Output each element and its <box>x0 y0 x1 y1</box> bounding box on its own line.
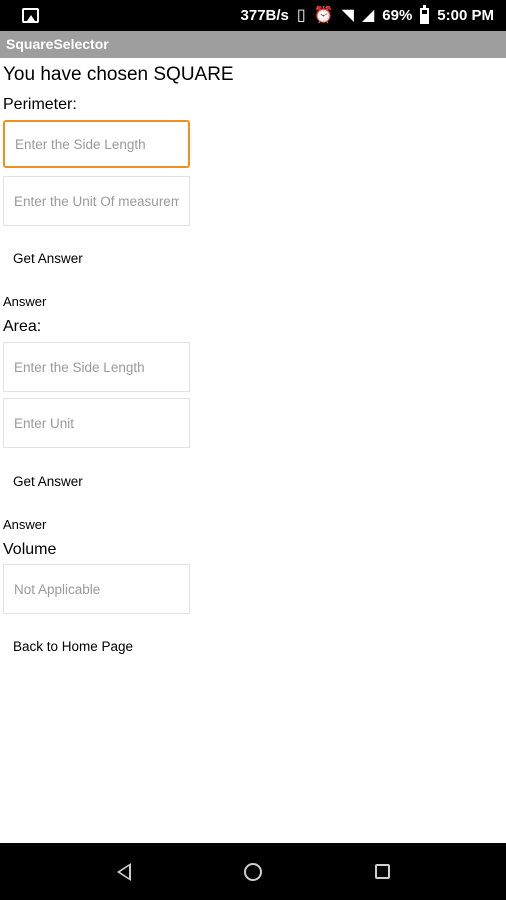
perimeter-side-length-input[interactable] <box>3 120 190 168</box>
clock: 5:00 PM <box>437 7 494 24</box>
battery-percent: 69% <box>382 7 413 24</box>
recents-nav-icon[interactable] <box>374 864 390 879</box>
home-nav-icon[interactable] <box>243 862 262 881</box>
network-speed: 377B/s <box>240 7 289 24</box>
area-answer-text: Answer <box>3 517 47 532</box>
area-unit-input[interactable] <box>3 398 190 448</box>
gallery-notification-icon <box>22 8 39 23</box>
app-title: SquareSelector <box>6 36 109 52</box>
area-get-answer-button[interactable]: Get Answer <box>3 464 93 498</box>
wifi-icon: ◥ <box>341 6 354 24</box>
perimeter-unit-input[interactable] <box>3 176 190 226</box>
perimeter-answer-text: Answer <box>3 294 47 309</box>
vibrate-icon: ▯ <box>296 6 306 24</box>
signal-icon: ◢ <box>361 6 375 24</box>
perimeter-label: Perimeter: <box>3 96 77 113</box>
back-nav-icon[interactable] <box>116 862 131 881</box>
area-label: Area: <box>3 318 42 335</box>
volume-label: Volume <box>3 541 57 558</box>
page-heading: You have chosen SQUARE <box>3 64 234 85</box>
app-title-bar: SquareSelector <box>0 31 506 58</box>
battery-icon <box>420 4 430 24</box>
status-bar: 377B/s ▯ ⏰ ◥ ◢ 69% 5:00 PM <box>0 0 506 31</box>
area-side-length-input[interactable] <box>3 342 190 392</box>
status-bar-right: 377B/s ▯ ⏰ ◥ ◢ 69% 5:00 PM <box>240 4 494 24</box>
navigation-bar <box>0 843 506 900</box>
volume-input[interactable] <box>3 564 190 614</box>
back-to-home-button[interactable]: Back to Home Page <box>3 629 143 663</box>
perimeter-get-answer-button[interactable]: Get Answer <box>3 241 93 275</box>
alarm-icon: ⏰ <box>313 6 334 24</box>
